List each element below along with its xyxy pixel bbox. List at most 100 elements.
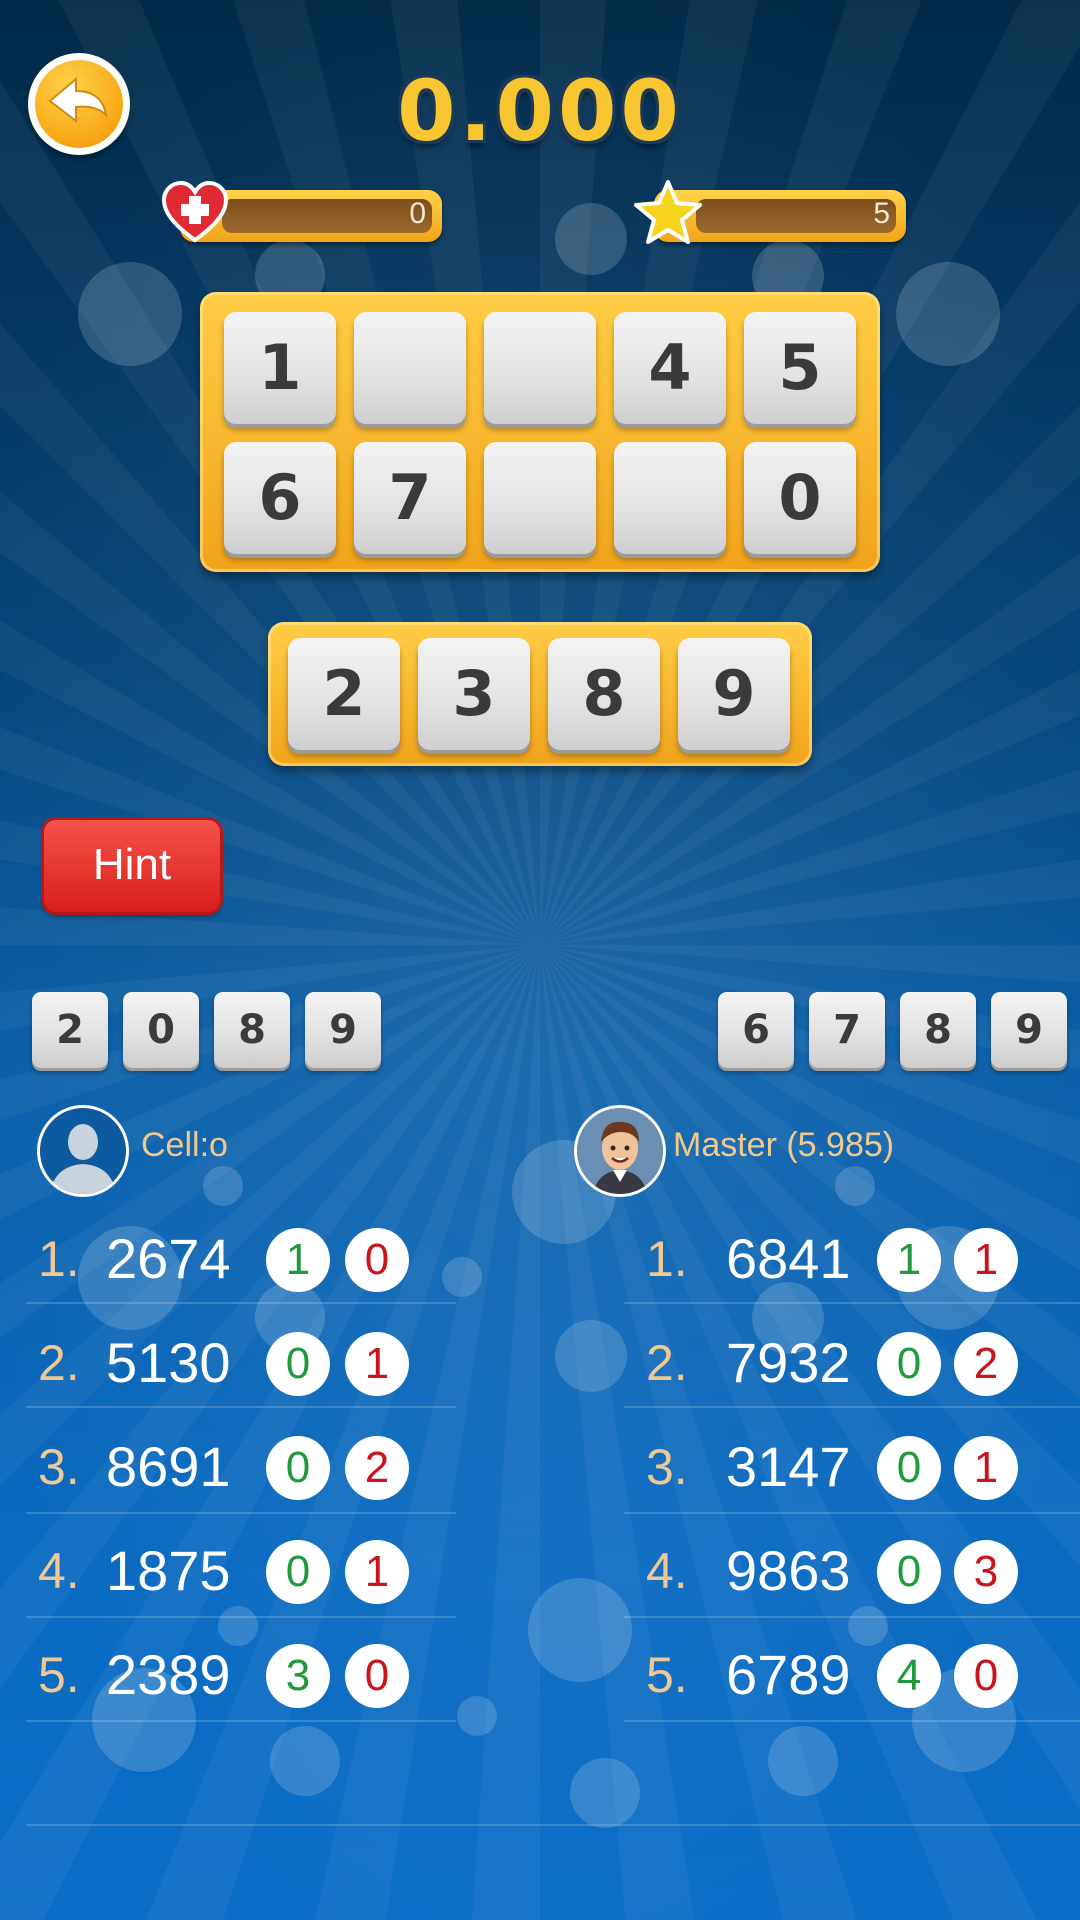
- row-divider: [26, 1302, 456, 1304]
- correct-count-badge: 0: [877, 1332, 941, 1396]
- lives-value: 0: [409, 197, 426, 230]
- misplaced-count-badge: 3: [954, 1540, 1018, 1604]
- bubble: [768, 1726, 838, 1796]
- bubble: [848, 1606, 888, 1646]
- misplaced-count-badge: 2: [345, 1436, 409, 1500]
- guess-index: 3.: [646, 1439, 688, 1495]
- guess-index: 5.: [646, 1647, 688, 1703]
- row-divider: [26, 1616, 456, 1618]
- opponent-secret-tile: 6: [718, 992, 794, 1068]
- guess-tile[interactable]: 2: [288, 638, 400, 750]
- opponent-secret-tile: 7: [809, 992, 885, 1068]
- guess-index: 1.: [646, 1231, 688, 1287]
- guess-index: 4.: [38, 1543, 80, 1599]
- guess-tile[interactable]: 8: [548, 638, 660, 750]
- guess-value: 7932: [726, 1331, 851, 1394]
- correct-count-badge: 4: [877, 1644, 941, 1708]
- row-divider: [26, 1406, 456, 1408]
- opponent-secret-tile: 8: [900, 992, 976, 1068]
- board-tile[interactable]: [354, 312, 466, 424]
- bubble: [835, 1166, 875, 1206]
- bubble: [203, 1166, 243, 1206]
- guess-value: 5130: [106, 1331, 231, 1394]
- misplaced-count-badge: 1: [345, 1540, 409, 1604]
- correct-count-badge: 3: [266, 1644, 330, 1708]
- guess-value: 3147: [726, 1435, 851, 1498]
- heart-plus-icon: [161, 180, 229, 243]
- bubble: [555, 203, 627, 275]
- board-tile[interactable]: 0: [744, 442, 856, 554]
- correct-count-badge: 0: [266, 1332, 330, 1396]
- board-tile[interactable]: [484, 442, 596, 554]
- star-icon: [634, 180, 702, 244]
- guess-tile[interactable]: 3: [418, 638, 530, 750]
- misplaced-count-badge: 2: [954, 1332, 1018, 1396]
- guess-value: 2389: [106, 1643, 231, 1706]
- opponent-face-icon: [577, 1108, 663, 1194]
- board-tile[interactable]: [614, 442, 726, 554]
- lives-bar-track: [222, 199, 432, 233]
- guess-index: 2.: [646, 1335, 688, 1391]
- misplaced-count-badge: 1: [954, 1228, 1018, 1292]
- hint-button[interactable]: Hint: [44, 820, 220, 912]
- guess-value: 9863: [726, 1539, 851, 1602]
- row-divider: [26, 1720, 456, 1722]
- guess-value: 8691: [106, 1435, 231, 1498]
- guess-value: 2674: [106, 1227, 231, 1290]
- opponent-secret-tile: 9: [991, 992, 1067, 1068]
- misplaced-count-badge: 0: [345, 1228, 409, 1292]
- guess-index: 1.: [38, 1231, 80, 1287]
- misplaced-count-badge: 0: [954, 1644, 1018, 1708]
- opponent-name: Master (5.985): [673, 1126, 895, 1164]
- board-tile[interactable]: 7: [354, 442, 466, 554]
- board-tile[interactable]: [484, 312, 596, 424]
- misplaced-count-badge: 1: [345, 1332, 409, 1396]
- player-avatar: [40, 1108, 126, 1194]
- score-display: 0.000: [397, 62, 683, 160]
- player-secret-tile: 8: [214, 992, 290, 1068]
- correct-count-badge: 0: [877, 1540, 941, 1604]
- player-secret-tile: 2: [32, 992, 108, 1068]
- player-name: Cell:o: [141, 1126, 228, 1164]
- row-divider: [624, 1512, 1080, 1514]
- guess-value: 6789: [726, 1643, 851, 1706]
- guess-index: 2.: [38, 1335, 80, 1391]
- player-secret-tile: 0: [123, 992, 199, 1068]
- correct-count-badge: 0: [266, 1540, 330, 1604]
- bubble: [555, 1320, 627, 1392]
- board-tile[interactable]: 6: [224, 442, 336, 554]
- row-divider: [26, 1824, 1080, 1826]
- bubble: [270, 1726, 340, 1796]
- correct-count-badge: 0: [266, 1436, 330, 1500]
- stars-bar-track: [696, 199, 896, 233]
- bubble: [457, 1696, 497, 1736]
- bubble: [528, 1578, 632, 1682]
- guess-index: 5.: [38, 1647, 80, 1703]
- bubble: [896, 262, 1000, 366]
- player-secret-tile: 9: [305, 992, 381, 1068]
- misplaced-count-badge: 0: [345, 1644, 409, 1708]
- board-tile[interactable]: 1: [224, 312, 336, 424]
- bubble: [442, 1257, 482, 1297]
- row-divider: [624, 1720, 1080, 1722]
- guess-index: 3.: [38, 1439, 80, 1495]
- correct-count-badge: 1: [266, 1228, 330, 1292]
- guess-value: 1875: [106, 1539, 231, 1602]
- bubble: [78, 262, 182, 366]
- correct-count-badge: 0: [877, 1436, 941, 1500]
- bubble: [218, 1606, 258, 1646]
- row-divider: [624, 1302, 1080, 1304]
- row-divider: [26, 1512, 456, 1514]
- board-tile[interactable]: 5: [744, 312, 856, 424]
- correct-count-badge: 1: [877, 1228, 941, 1292]
- row-divider: [624, 1616, 1080, 1618]
- guess-value: 6841: [726, 1227, 851, 1290]
- opponent-avatar: [577, 1108, 663, 1194]
- guess-tile[interactable]: 9: [678, 638, 790, 750]
- row-divider: [624, 1406, 1080, 1408]
- bubble: [570, 1758, 640, 1828]
- user-silhouette-icon: [40, 1108, 126, 1194]
- stars-value: 5: [873, 197, 890, 230]
- board-tile[interactable]: 4: [614, 312, 726, 424]
- guess-index: 4.: [646, 1543, 688, 1599]
